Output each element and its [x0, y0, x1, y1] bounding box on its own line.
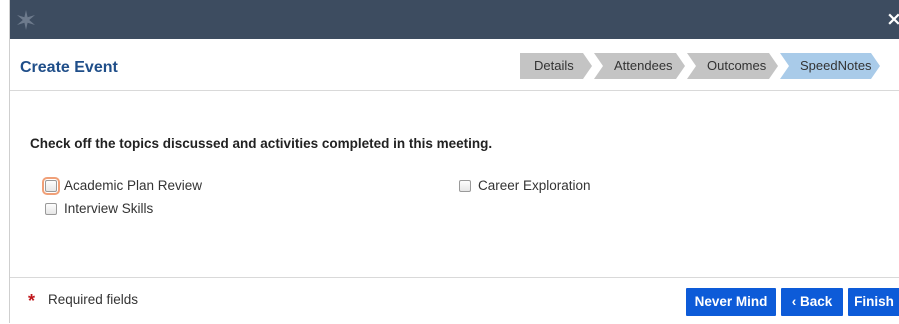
finish-button[interactable]: Finish	[848, 288, 899, 316]
page-title: Create Event	[20, 59, 118, 76]
title-bar: ×	[10, 0, 899, 39]
required-fields-label: Required fields	[48, 292, 139, 307]
checkbox[interactable]	[459, 179, 471, 192]
topic-interview-skills[interactable]: Interview Skills	[45, 201, 153, 216]
checkbox[interactable]	[42, 176, 60, 195]
instruction-text: Check off the topics discussed and activ…	[30, 136, 493, 151]
step-details[interactable]: Details	[520, 53, 592, 79]
checkbox-label: Career Exploration	[478, 178, 591, 193]
topic-academic-plan-review[interactable]: Academic Plan Review	[42, 176, 203, 195]
app-logo-icon	[17, 10, 35, 30]
required-asterisk-icon: *	[28, 291, 36, 311]
checkbox[interactable]	[45, 202, 57, 215]
checkbox-label: Academic Plan Review	[64, 178, 203, 193]
back-button[interactable]: ‹ Back	[781, 288, 843, 316]
topic-career-exploration[interactable]: Career Exploration	[459, 178, 591, 193]
step-outcomes[interactable]: Outcomes	[687, 53, 778, 79]
step-speednotes[interactable]: SpeedNotes	[780, 53, 880, 79]
close-icon[interactable]: ×	[886, 9, 899, 29]
step-wizard: Details Attendees Outcomes SpeedNotes	[520, 53, 882, 79]
modal-footer: * Required fields Never Mind ‹ Back Fini…	[10, 277, 899, 324]
modal-header: Create Event Details Attendees Outcomes …	[10, 39, 899, 91]
never-mind-button[interactable]: Never Mind	[686, 288, 776, 316]
checkbox-label: Interview Skills	[64, 201, 154, 216]
step-attendees[interactable]: Attendees	[594, 53, 685, 79]
create-event-modal: × Create Event Details Attendees Outcome…	[9, 0, 899, 323]
